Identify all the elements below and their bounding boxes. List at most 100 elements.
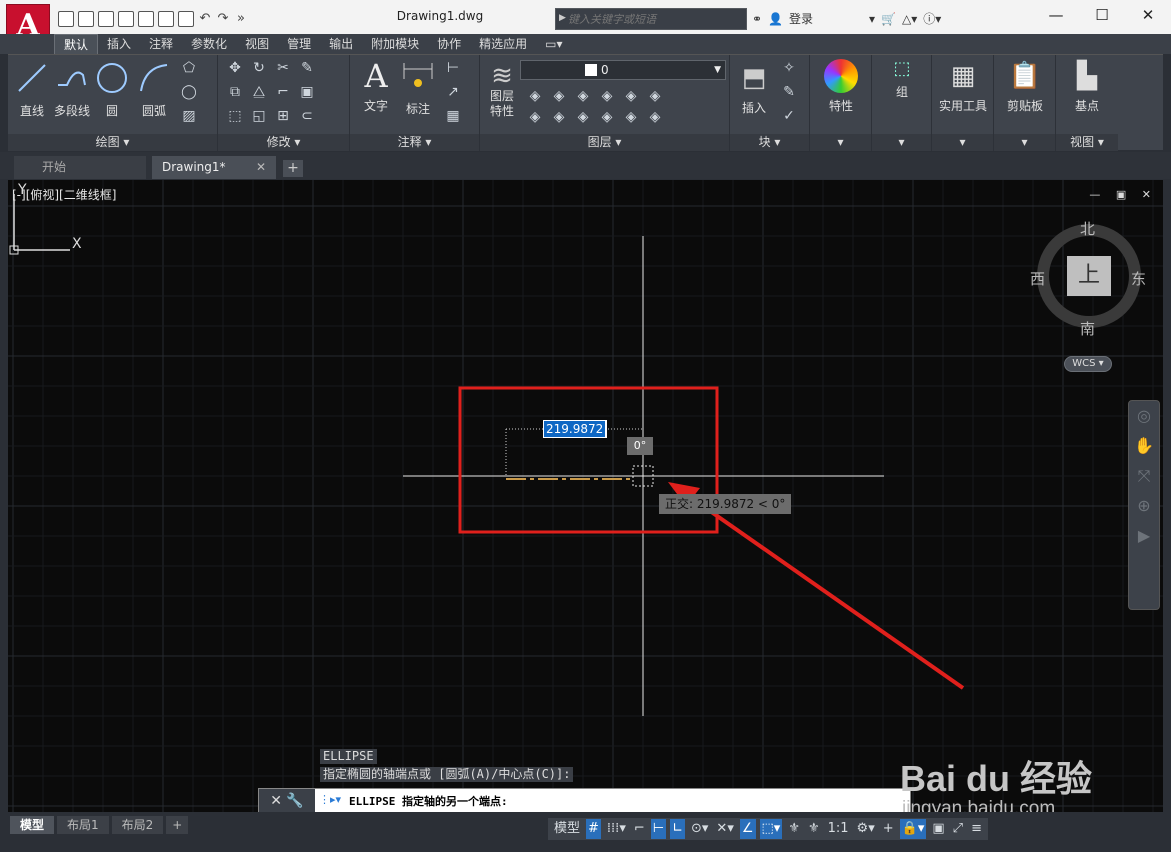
- properties-tool[interactable]: 特性: [818, 59, 864, 114]
- showmotion-icon[interactable]: ▶: [1129, 521, 1159, 551]
- erase-icon[interactable]: ✎: [298, 59, 316, 77]
- layer-tool-icon[interactable]: ◈: [550, 87, 568, 105]
- layer-properties-tool[interactable]: ≋ 图层 特性: [484, 59, 520, 119]
- layout-tab-layout2[interactable]: 布局2: [111, 816, 164, 834]
- new-tab-button[interactable]: +: [283, 160, 303, 177]
- utilities-tool[interactable]: ▦ 实用工具: [934, 59, 992, 114]
- block-panel-title[interactable]: 块 ▾: [730, 134, 809, 151]
- polyline-tool[interactable]: 多段线: [52, 61, 92, 119]
- annotation-visibility-icon[interactable]: ⚜: [786, 819, 802, 839]
- share-icon[interactable]: [158, 11, 174, 27]
- gear-icon[interactable]: ⚙▾: [855, 819, 877, 839]
- fillet-icon[interactable]: ⌐: [274, 83, 292, 101]
- view-panel-title[interactable]: 视图 ▾: [1056, 134, 1118, 151]
- array-icon[interactable]: ⊞: [274, 107, 292, 125]
- table-icon[interactable]: ▦: [444, 107, 462, 125]
- layer-dropdown[interactable]: 0 ▼: [520, 60, 726, 80]
- draw-panel-title[interactable]: 绘图 ▾: [8, 134, 217, 151]
- open-file-icon[interactable]: [78, 11, 94, 27]
- stretch-icon[interactable]: ⬚: [226, 107, 244, 125]
- tab-insert[interactable]: 插入: [98, 34, 140, 54]
- close-icon[interactable]: ✕: [256, 156, 266, 179]
- redo-icon[interactable]: ↷: [216, 11, 230, 27]
- layer-tool-icon[interactable]: ◈: [622, 87, 640, 105]
- ellipse-icon[interactable]: ◯: [180, 83, 198, 101]
- zoom-icon[interactable]: ⤧: [1129, 461, 1159, 491]
- attribute-icon[interactable]: ✓: [780, 107, 798, 125]
- customization-icon[interactable]: ≡: [969, 819, 984, 839]
- layer-tool-icon[interactable]: ◈: [598, 108, 616, 126]
- user-icon[interactable]: 👤: [768, 12, 783, 26]
- clean-screen-icon[interactable]: ⤢: [951, 819, 965, 839]
- tab-collaborate[interactable]: 协作: [428, 34, 470, 54]
- explode-icon[interactable]: ▣: [298, 83, 316, 101]
- tab-start[interactable]: 开始: [14, 156, 146, 179]
- compass-west[interactable]: 西: [1030, 268, 1045, 289]
- dynamic-length-input[interactable]: 219.9872: [543, 420, 607, 438]
- layout-tab-layout1[interactable]: 布局1: [57, 816, 109, 834]
- autodesk-app-icon[interactable]: △▾: [902, 12, 917, 26]
- minimize-button[interactable]: —: [1033, 0, 1079, 30]
- isodraft-icon[interactable]: ✕▾: [714, 819, 735, 839]
- layer-tool-icon[interactable]: ◈: [550, 108, 568, 126]
- isolate-objects-icon[interactable]: 🔒▾: [899, 819, 927, 839]
- ribbon-options-icon[interactable]: ▭▾: [536, 34, 571, 54]
- polygon-icon[interactable]: ⬠: [180, 59, 198, 77]
- save-icon[interactable]: [98, 11, 114, 27]
- search-box[interactable]: ▶: [555, 8, 747, 30]
- infer-constraints-icon[interactable]: ⌐: [632, 819, 647, 839]
- base-view-tool[interactable]: ▙ 基点: [1064, 59, 1110, 114]
- annotation-panel-title[interactable]: 注释 ▾: [350, 134, 479, 151]
- more-icon[interactable]: »: [234, 11, 248, 27]
- properties-panel-expand[interactable]: ▾: [810, 134, 871, 151]
- tab-annotate[interactable]: 注释: [140, 34, 182, 54]
- dynamic-input-icon[interactable]: ⊢: [650, 819, 667, 839]
- search-input[interactable]: [568, 11, 743, 27]
- command-prompt-icon[interactable]: ⋮▸▾: [319, 793, 341, 806]
- tab-view[interactable]: 视图: [236, 34, 278, 54]
- circle-tool[interactable]: 圆: [94, 61, 130, 119]
- wrench-icon[interactable]: 🔧: [286, 793, 303, 809]
- polar-tracking-icon[interactable]: ⊙▾: [689, 819, 710, 839]
- layer-tool-icon[interactable]: ◈: [646, 108, 664, 126]
- undo-icon[interactable]: ↶: [198, 11, 212, 27]
- leader-icon[interactable]: ↗: [444, 83, 462, 101]
- layers-panel-title[interactable]: 图层 ▾: [480, 134, 729, 151]
- close-button[interactable]: ✕: [1125, 0, 1171, 30]
- layer-tool-icon[interactable]: ◈: [622, 108, 640, 126]
- group-panel-expand[interactable]: ▾: [872, 134, 931, 151]
- annotation-scale[interactable]: 1:1: [826, 819, 851, 839]
- trim-icon[interactable]: ✂: [274, 59, 292, 77]
- search-expand-icon[interactable]: ▶: [559, 13, 566, 23]
- create-block-icon[interactable]: ✧: [780, 59, 798, 77]
- compass-north[interactable]: 北: [1080, 218, 1095, 239]
- plot-icon[interactable]: [178, 11, 194, 27]
- tab-addins[interactable]: 附加模块: [362, 34, 428, 54]
- ortho-mode-icon[interactable]: ∟: [670, 819, 685, 839]
- compass-east[interactable]: 东: [1131, 268, 1146, 289]
- maximize-button[interactable]: ☐: [1079, 0, 1125, 30]
- linear-dim-icon[interactable]: ⊢: [444, 59, 462, 77]
- offset-icon[interactable]: ⊂: [298, 107, 316, 125]
- scale-icon[interactable]: ◱: [250, 107, 268, 125]
- compass-south[interactable]: 南: [1080, 318, 1095, 339]
- grid-toggle-icon[interactable]: #: [586, 819, 601, 839]
- viewport-window-controls[interactable]: — ▣ ✕: [1089, 188, 1157, 201]
- command-input-text[interactable]: ELLIPSE 指定轴的另一个端点:: [349, 793, 508, 809]
- hardware-acceleration-icon[interactable]: ▣: [930, 819, 946, 839]
- auto-scale-icon[interactable]: ⚜: [806, 819, 822, 839]
- rotate-icon[interactable]: ↻: [250, 59, 268, 77]
- utilities-panel[interactable]: ▦ 实用工具 ▾: [932, 55, 994, 151]
- tab-default[interactable]: 默认: [54, 34, 99, 54]
- orbit-icon[interactable]: ⊕: [1129, 491, 1159, 521]
- modify-panel-title[interactable]: 修改 ▾: [218, 134, 349, 151]
- model-space-toggle[interactable]: 模型: [552, 819, 582, 839]
- pan-icon[interactable]: ✋: [1129, 431, 1159, 461]
- help-icon[interactable]: ⓘ▾: [923, 10, 941, 27]
- move-icon[interactable]: ✥: [226, 59, 244, 77]
- cart-icon[interactable]: 🛒: [881, 12, 896, 26]
- text-tool[interactable]: A 文字: [358, 59, 394, 114]
- viewcube-top-face[interactable]: 上: [1067, 256, 1111, 296]
- clipboard-panel-expand[interactable]: ▾: [994, 134, 1055, 151]
- add-icon[interactable]: +: [881, 819, 896, 839]
